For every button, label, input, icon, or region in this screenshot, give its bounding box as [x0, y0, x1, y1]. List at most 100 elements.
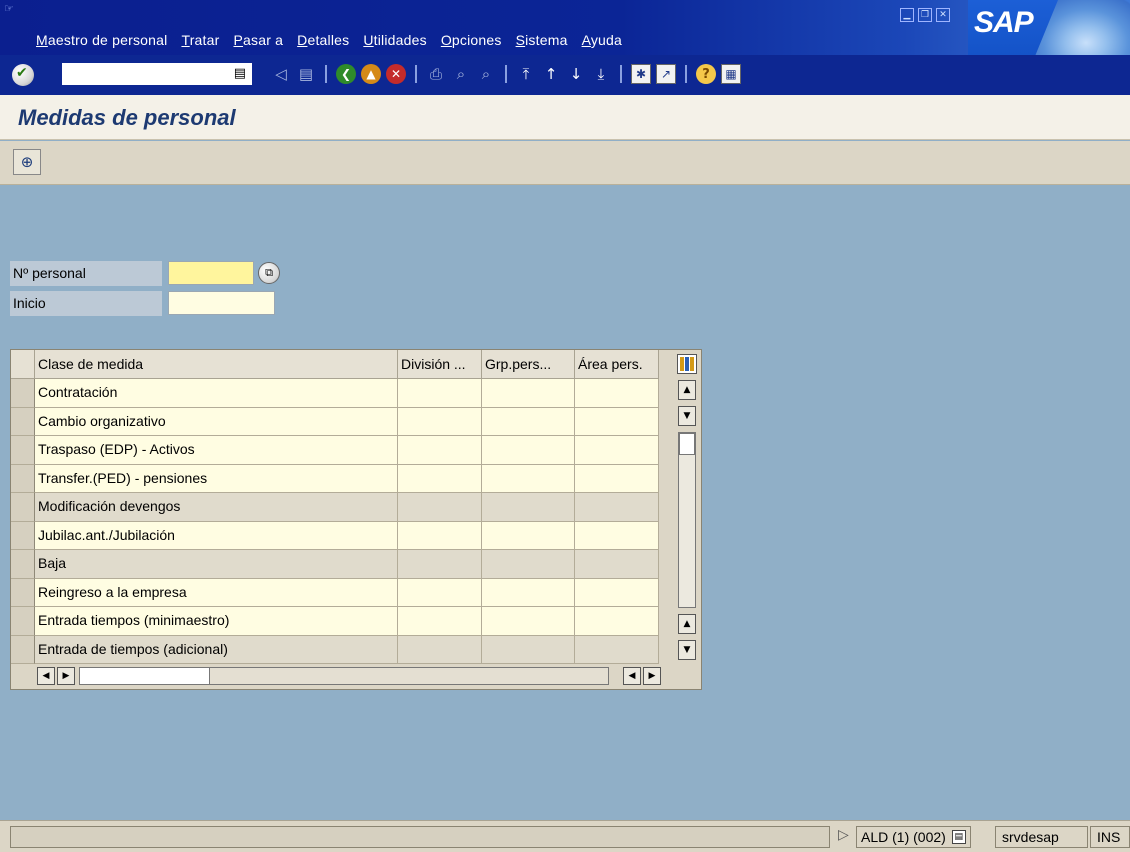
close-icon[interactable]: ✕	[936, 8, 950, 22]
layout-icon[interactable]: ▦	[720, 63, 742, 85]
column-header-division[interactable]: División ...	[398, 350, 482, 379]
menu-opciones[interactable]: Opciones	[441, 32, 502, 48]
help-icon[interactable]: ?	[695, 63, 717, 85]
row-selector[interactable]	[11, 407, 35, 436]
group-cell[interactable]	[482, 379, 575, 408]
server-name: srvdesap	[995, 826, 1088, 848]
area-cell[interactable]	[575, 578, 659, 607]
new-session-icon[interactable]: ✱	[630, 63, 652, 85]
vertical-scroll-thumb[interactable]	[679, 433, 695, 455]
status-expand-icon[interactable]: ▷	[838, 827, 849, 843]
title-bar: Medidas de personal	[0, 95, 1130, 140]
division-cell[interactable]	[398, 464, 482, 493]
division-cell[interactable]	[398, 607, 482, 636]
actions-table: Clase de medida División ... Grp.pers...…	[10, 349, 702, 690]
division-cell[interactable]	[398, 407, 482, 436]
back-icon[interactable]: ❮	[335, 63, 357, 85]
next-page-icon[interactable]: ↓	[565, 63, 587, 85]
division-cell	[398, 493, 482, 522]
save-icon[interactable]: ▤	[295, 63, 317, 85]
select-all-cell[interactable]	[11, 350, 35, 379]
row-selector[interactable]	[11, 379, 35, 408]
division-cell[interactable]	[398, 521, 482, 550]
horizontal-scroll-thumb[interactable]	[80, 668, 210, 684]
row-selector[interactable]	[11, 436, 35, 465]
column-scroll-left-icon[interactable]: ◀	[623, 667, 641, 685]
application-toolbar: ⊕	[0, 141, 1130, 185]
group-cell[interactable]	[482, 464, 575, 493]
last-page-icon[interactable]: ⤓	[590, 63, 612, 85]
menu-detalles[interactable]: Detalles	[297, 32, 349, 48]
row-selector[interactable]	[11, 607, 35, 636]
row-selector[interactable]	[11, 521, 35, 550]
division-cell[interactable]	[398, 578, 482, 607]
previous-page-icon[interactable]: ↑	[540, 63, 562, 85]
page-up-icon[interactable]: ▲	[678, 614, 696, 634]
division-cell[interactable]	[398, 379, 482, 408]
execute-icon[interactable]: ⊕	[13, 149, 41, 175]
measure-cell: Entrada tiempos (minimaestro)	[35, 607, 398, 636]
minimize-icon[interactable]: ▁	[900, 8, 914, 22]
command-field[interactable]: ▤	[60, 61, 254, 87]
group-cell[interactable]	[482, 607, 575, 636]
command-history-icon[interactable]: ▤	[234, 66, 246, 81]
row-selector[interactable]	[11, 464, 35, 493]
horizontal-scrollbar[interactable]: ◀ ▶	[37, 667, 611, 685]
group-cell[interactable]	[482, 407, 575, 436]
enter-icon[interactable]	[12, 64, 34, 86]
find-icon[interactable]: ⌕	[450, 63, 472, 85]
restore-icon[interactable]: ❐	[918, 8, 932, 22]
row-selector[interactable]	[11, 578, 35, 607]
back-arrow-icon[interactable]: ◁	[270, 63, 292, 85]
column-header-area[interactable]: Área pers.	[575, 350, 659, 379]
scroll-left-icon[interactable]: ◀	[37, 667, 55, 685]
search-help-icon[interactable]: ⧉	[258, 262, 280, 284]
system-menu-icon[interactable]: ☞	[4, 2, 18, 15]
area-cell[interactable]	[575, 521, 659, 550]
menu-sistema[interactable]: Sistema	[516, 32, 568, 48]
area-cell[interactable]	[575, 607, 659, 636]
menu-utilidades[interactable]: Utilidades	[363, 32, 426, 48]
group-cell[interactable]	[482, 578, 575, 607]
group-cell[interactable]	[482, 436, 575, 465]
find-next-icon[interactable]: ⌕	[475, 63, 497, 85]
shortcut-icon[interactable]: ↗	[655, 63, 677, 85]
column-header-group[interactable]: Grp.pers...	[482, 350, 575, 379]
page-title: Medidas de personal	[18, 105, 236, 130]
first-page-icon[interactable]: ⤒	[515, 63, 537, 85]
vertical-scroll-track[interactable]	[678, 432, 696, 608]
row-selector[interactable]	[11, 635, 35, 664]
column-scroll-right-icon[interactable]: ▶	[643, 667, 661, 685]
table-settings-icon[interactable]	[677, 354, 697, 374]
area-cell[interactable]	[575, 379, 659, 408]
area-cell[interactable]	[575, 407, 659, 436]
horizontal-scroll-track[interactable]	[79, 667, 609, 685]
group-cell	[482, 493, 575, 522]
vertical-scrollbar[interactable]: ▲ ▼ ▲ ▼	[677, 380, 697, 665]
row-selector[interactable]	[11, 493, 35, 522]
start-date-input[interactable]	[168, 291, 275, 315]
menu-tratar[interactable]: Tratar	[181, 32, 219, 48]
cancel-icon[interactable]: ✕	[385, 63, 407, 85]
menu-maestro-de-personal[interactable]: Maestro de personal	[36, 32, 167, 48]
menu-ayuda[interactable]: Ayuda	[582, 32, 622, 48]
command-input[interactable]	[62, 63, 252, 85]
exit-icon[interactable]: ▲	[360, 63, 382, 85]
print-icon[interactable]: ⎙	[425, 63, 447, 85]
row-selector[interactable]	[11, 550, 35, 579]
area-cell[interactable]	[575, 436, 659, 465]
table-row: Contratación	[11, 379, 659, 408]
scroll-up-icon[interactable]: ▲	[678, 380, 696, 400]
division-cell[interactable]	[398, 436, 482, 465]
group-cell[interactable]	[482, 521, 575, 550]
area-cell[interactable]	[575, 464, 659, 493]
column-header-measure[interactable]: Clase de medida	[35, 350, 398, 379]
insert-mode: INS	[1090, 826, 1130, 848]
scroll-right-icon[interactable]: ▶	[57, 667, 75, 685]
page-down-icon[interactable]: ▼	[678, 640, 696, 660]
scroll-down-icon[interactable]: ▼	[678, 406, 696, 426]
personnel-number-input[interactable]	[168, 261, 254, 285]
system-info-dropdown-icon[interactable]: ▤	[951, 830, 966, 844]
menu-pasar-a[interactable]: Pasar a	[233, 32, 283, 48]
toolbar-icons: ◁ ▤ ❮ ▲ ✕ ⎙ ⌕ ⌕ ⤒ ↑ ↓ ⤓ ✱ ↗ ? ▦	[270, 63, 742, 85]
